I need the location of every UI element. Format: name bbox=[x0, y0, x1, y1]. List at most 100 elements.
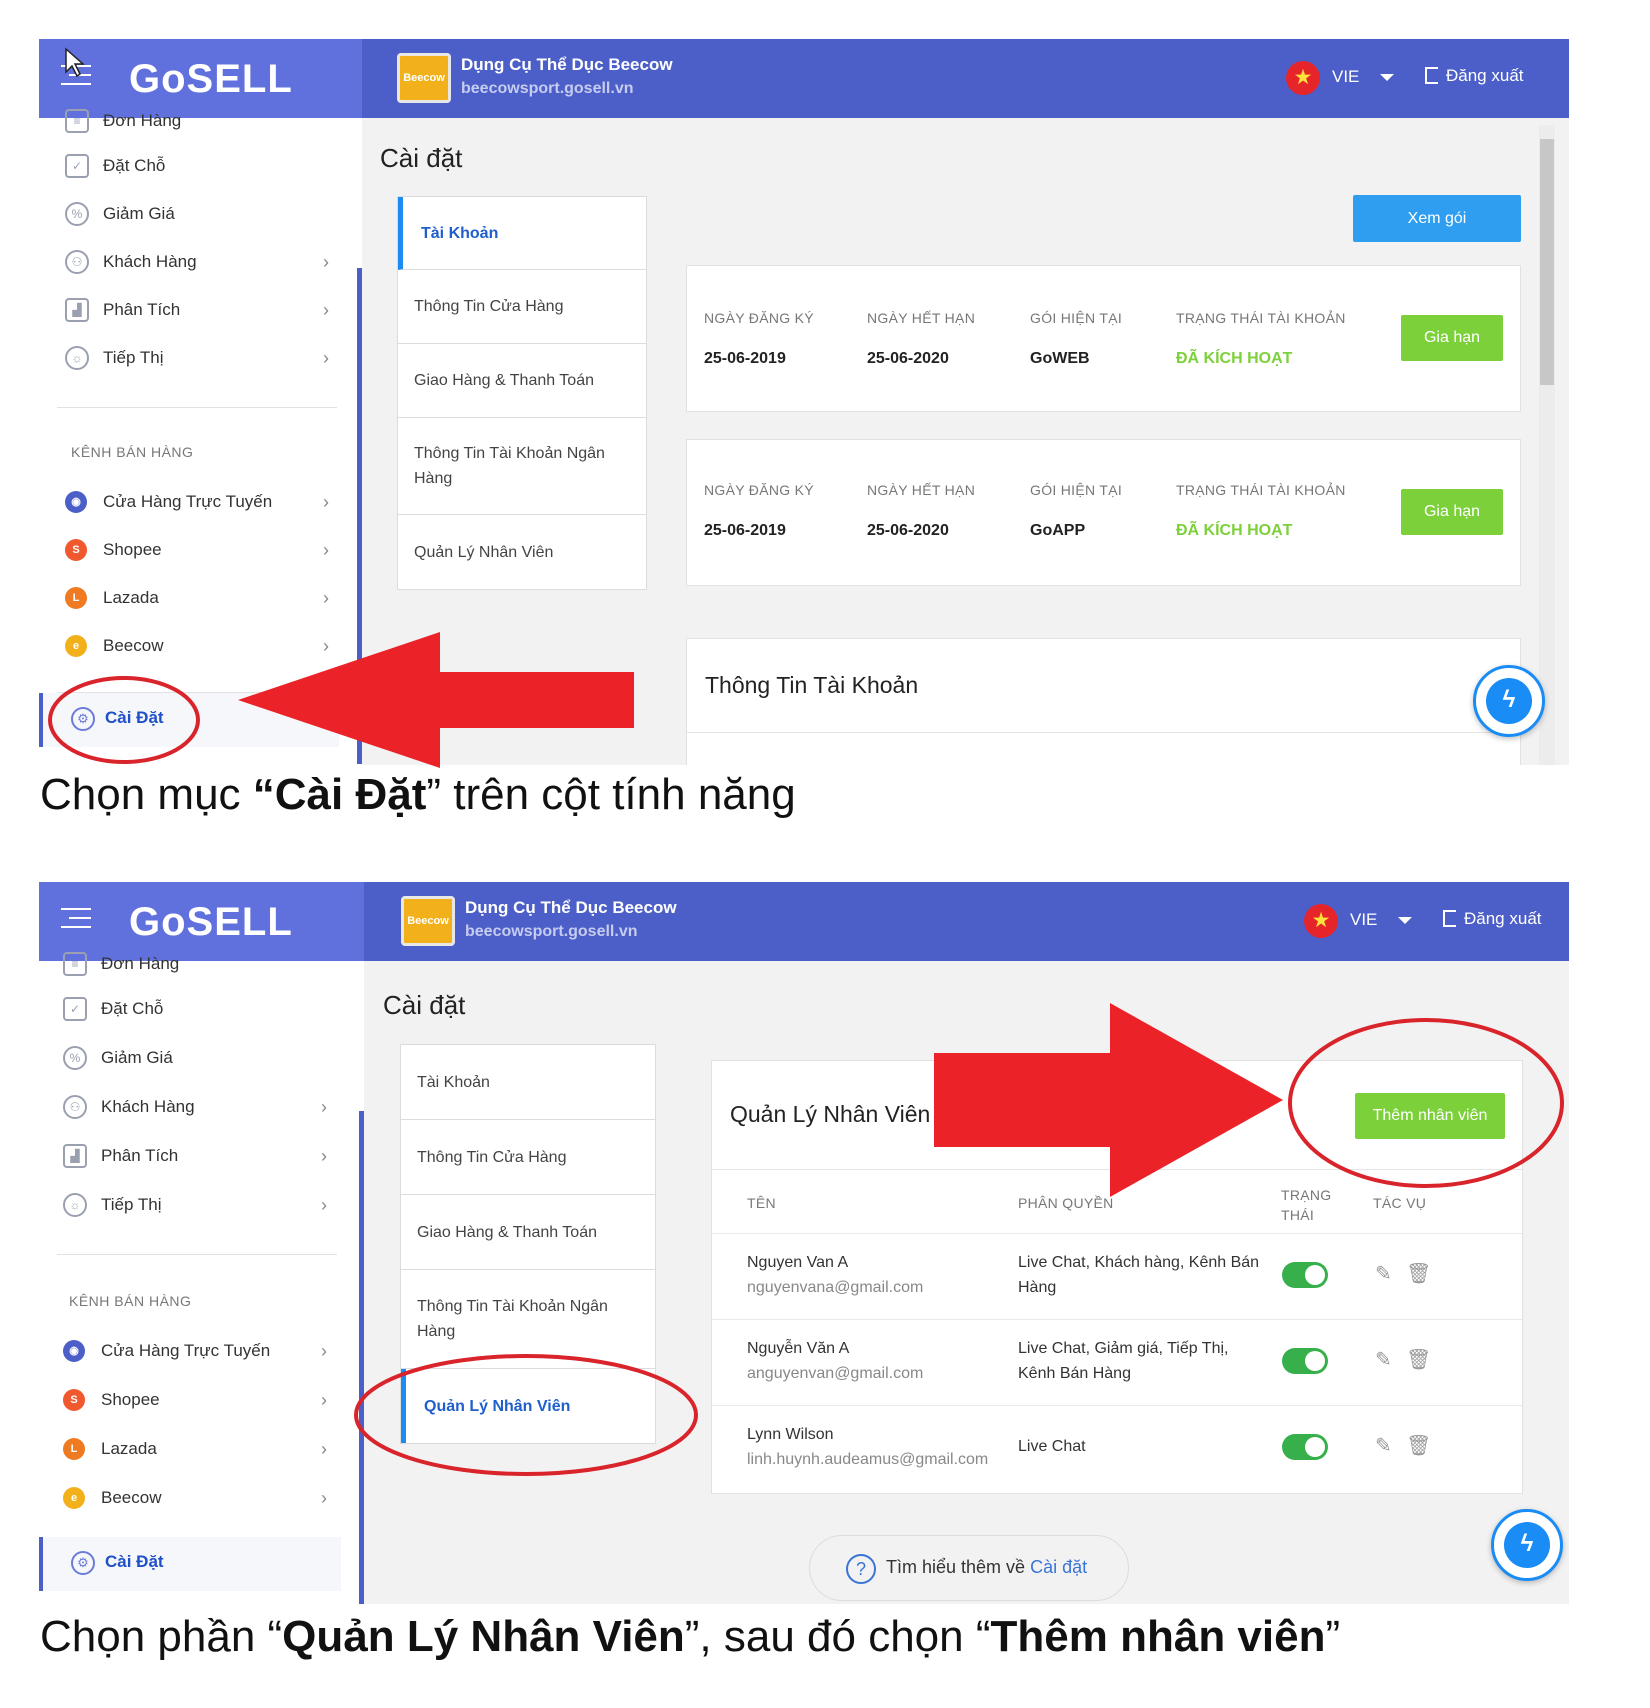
column-actions: TÁC VỤ bbox=[1373, 1195, 1427, 1211]
status-column: TRẠNG THÁI TÀI KHOẢN ĐÃ KÍCH HOẠT bbox=[1176, 310, 1346, 367]
tab-shipping-payment[interactable]: Giao Hàng & Thanh Toán bbox=[398, 344, 646, 418]
trash-icon[interactable]: 🗑 bbox=[1406, 1347, 1431, 1372]
beecow-icon: e bbox=[65, 635, 87, 657]
view-plans-button[interactable]: Xem gói bbox=[1353, 195, 1521, 242]
chevron-right-icon: › bbox=[321, 1341, 327, 1361]
tab-bank-account[interactable]: Thông Tin Tài Khoản Ngân Hàng bbox=[401, 1270, 655, 1369]
card-divider bbox=[687, 732, 1520, 733]
chevron-right-icon: › bbox=[321, 1488, 327, 1508]
chevron-right-icon: › bbox=[323, 348, 329, 368]
sidebar-divider bbox=[57, 1254, 337, 1255]
staff-name: Nguyen Van Anguyenvana@gmail.com bbox=[747, 1254, 924, 1296]
chevron-right-icon: › bbox=[323, 636, 329, 656]
tab-staff-management[interactable]: Quản Lý Nhân Viên bbox=[398, 515, 646, 589]
gosell-logo: GoSELL bbox=[129, 57, 293, 101]
orders-icon: ≡ bbox=[63, 952, 87, 976]
chart-icon: ▟ bbox=[63, 1144, 87, 1168]
trash-icon[interactable]: 🗑 bbox=[1406, 1433, 1431, 1458]
sidebar-divider bbox=[57, 407, 337, 408]
gear-icon: ⚙ bbox=[71, 707, 95, 731]
tab-staff-management[interactable]: Quản Lý Nhân Viên bbox=[401, 1369, 655, 1443]
edit-icon[interactable]: ✎ bbox=[1375, 1433, 1392, 1458]
staff-name: Nguyễn Văn Aanguyenvan@gmail.com bbox=[747, 1340, 924, 1382]
sidebar-item-settings[interactable]: ⚙ Cài Đặt bbox=[39, 1537, 341, 1591]
tab-bank-account[interactable]: Thông Tin Tài Khoản Ngân Hàng bbox=[398, 418, 646, 515]
status-toggle[interactable] bbox=[1282, 1262, 1328, 1288]
column-name: TÊN bbox=[747, 1195, 776, 1211]
shopee-icon: S bbox=[65, 539, 87, 561]
store-url: beecowsport.gosell.vn bbox=[461, 80, 634, 97]
vietnam-flag-icon[interactable]: ★ bbox=[1286, 61, 1320, 95]
column-role: PHÂN QUYỀN bbox=[1018, 1195, 1114, 1211]
logout-icon bbox=[1443, 910, 1456, 927]
help-link-pill[interactable]: ? Tìm hiểu thêm về Cài đặt bbox=[809, 1535, 1129, 1601]
sidebar-scrollbar[interactable] bbox=[357, 268, 362, 764]
screenshot-step-1: GoSELL Beecow Dụng Cụ Thể Dục Beecow bee… bbox=[39, 39, 1569, 765]
chevron-right-icon: › bbox=[321, 1097, 327, 1117]
page-title: Cài đặt bbox=[383, 990, 466, 1020]
store-url: beecowsport.gosell.vn bbox=[465, 923, 638, 940]
help-icon: ? bbox=[846, 1554, 876, 1584]
calendar-icon: ✓ bbox=[65, 154, 89, 178]
staff-permissions: Live Chat bbox=[1018, 1438, 1086, 1455]
orders-icon: ≡ bbox=[65, 109, 89, 133]
store-name: Dụng Cụ Thể Dục Beecow bbox=[465, 898, 677, 917]
account-info-title: Thông Tin Tài Khoản bbox=[705, 672, 919, 698]
beecow-icon: e bbox=[63, 1487, 85, 1509]
vertical-scrollbar[interactable] bbox=[1539, 125, 1555, 765]
tab-shipping-payment[interactable]: Giao Hàng & Thanh Toán bbox=[401, 1195, 655, 1270]
online-store-icon: ◉ bbox=[63, 1340, 85, 1362]
chevron-right-icon: › bbox=[323, 540, 329, 560]
menu-icon[interactable] bbox=[61, 908, 91, 934]
menu-icon[interactable] bbox=[61, 65, 91, 91]
sales-channel-heading: KÊNH BÁN HÀNG bbox=[69, 1293, 192, 1309]
settings-tabs: Tài Khoản Thông Tin Cửa Hàng Giao Hàng &… bbox=[400, 1044, 656, 1444]
language-label[interactable]: VIE bbox=[1350, 910, 1377, 930]
edit-icon[interactable]: ✎ bbox=[1375, 1261, 1392, 1286]
language-label[interactable]: VIE bbox=[1332, 67, 1359, 87]
chevron-right-icon: › bbox=[323, 252, 329, 272]
sidebar-scrollbar[interactable] bbox=[359, 1111, 364, 1604]
sidebar: ≡ Đơn Hàng ✓ Đặt Chỗ % Giảm Giá ⚇ Khách Hàng… bbox=[39, 109, 362, 765]
sidebar: ≡ Đơn Hàng ✓ Đặt Chỗ % Giảm Giá ⚇ Khách Hàng… bbox=[39, 952, 364, 1604]
renew-button[interactable]: Gia hạn bbox=[1401, 489, 1503, 535]
chevron-down-icon[interactable] bbox=[1380, 74, 1394, 81]
tab-account[interactable]: Tài Khoản bbox=[401, 1045, 655, 1120]
trash-icon[interactable]: 🗑 bbox=[1406, 1261, 1431, 1286]
top-bar: GoSELL Beecow Dụng Cụ Thể Dục Beecow bee… bbox=[39, 882, 1569, 961]
settings-tabs: Tài Khoản Thông Tin Cửa Hàng Giao Hàng &… bbox=[397, 196, 647, 590]
calendar-icon: ✓ bbox=[63, 997, 87, 1021]
status-toggle[interactable] bbox=[1282, 1434, 1328, 1460]
screenshot-step-2: GoSELL Beecow Dụng Cụ Thể Dục Beecow bee… bbox=[39, 882, 1569, 1604]
sidebar-item-settings[interactable]: ⚙ Cài Đặt bbox=[39, 693, 339, 747]
card-divider bbox=[712, 1169, 1522, 1170]
expiry-column: NGÀY HẾT HẠN 25-06-2020 bbox=[867, 310, 976, 367]
chevron-right-icon: › bbox=[321, 1195, 327, 1215]
scrollbar-thumb[interactable] bbox=[1540, 139, 1554, 385]
online-store-icon: ◉ bbox=[65, 491, 87, 513]
account-info-card: Thông Tin Tài Khoản bbox=[686, 638, 1521, 765]
tab-store-info[interactable]: Thông Tin Cửa Hàng bbox=[401, 1120, 655, 1195]
caption-step-1: Chọn mục “Cài Đặt” trên cột tính năng bbox=[40, 770, 796, 819]
add-staff-button[interactable]: Thêm nhân viên bbox=[1355, 1093, 1505, 1139]
messenger-button[interactable]: ϟ bbox=[1473, 665, 1545, 737]
status-toggle[interactable] bbox=[1282, 1348, 1328, 1374]
shopee-icon: S bbox=[63, 1389, 85, 1411]
staff-permissions: Live Chat, Giảm giá, Tiếp Thị, Kênh Bán H… bbox=[1018, 1340, 1229, 1382]
sales-channel-heading: KÊNH BÁN HÀNG bbox=[71, 444, 194, 460]
vietnam-flag-icon[interactable]: ★ bbox=[1304, 904, 1338, 938]
messenger-button[interactable]: ϟ bbox=[1491, 1509, 1563, 1581]
chevron-down-icon[interactable] bbox=[1398, 917, 1412, 924]
caption-step-2: Chọn phần “Quản Lý Nhân Viên”, sau đó ch… bbox=[40, 1612, 1341, 1661]
gosell-logo: GoSELL bbox=[129, 900, 293, 944]
bulb-icon: ☼ bbox=[63, 1193, 87, 1217]
logout-button[interactable]: Đăng xuất bbox=[1425, 66, 1524, 86]
logout-button[interactable]: Đăng xuất bbox=[1443, 909, 1542, 929]
help-settings-link[interactable]: Cài đặt bbox=[1030, 1557, 1087, 1577]
table-row: Nguyễn Văn Aanguyenvan@gmail.com Live Ch… bbox=[712, 1319, 1522, 1405]
edit-icon[interactable]: ✎ bbox=[1375, 1347, 1392, 1372]
renew-button[interactable]: Gia hạn bbox=[1401, 315, 1503, 361]
tab-store-info[interactable]: Thông Tin Cửa Hàng bbox=[398, 270, 646, 344]
users-icon: ⚇ bbox=[65, 250, 89, 274]
tab-account[interactable]: Tài Khoản bbox=[398, 197, 646, 270]
